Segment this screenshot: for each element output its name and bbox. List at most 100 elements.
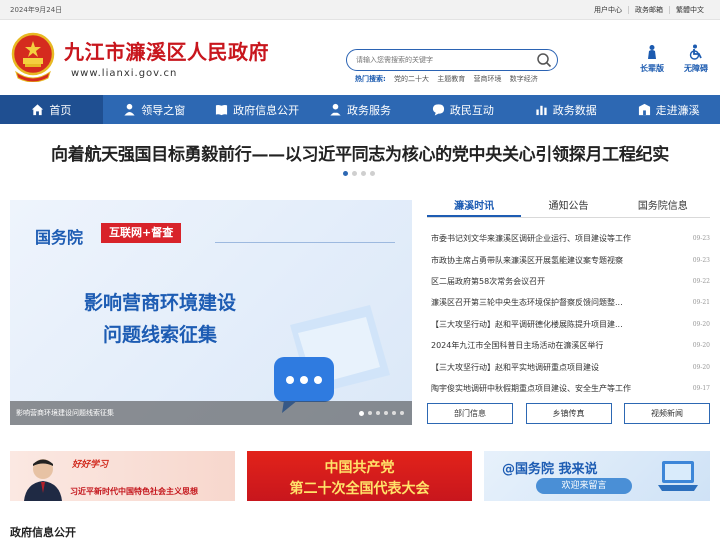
banner-tag: 互联网+督查 — [101, 223, 182, 243]
leader-icon — [124, 103, 135, 116]
news-date: 09-20 — [692, 363, 710, 371]
video-news-button[interactable]: 视频新闻 — [624, 403, 710, 424]
carousel-dot[interactable] — [400, 411, 404, 415]
promo-study-thought[interactable]: 好好学习 习近平新时代中国特色社会主义思想 — [10, 451, 235, 501]
news-item[interactable]: 市委书记刘文华来濂溪区调研企业运行、项目建设等工作 09-23 — [431, 228, 710, 249]
nav-home[interactable]: 首页 — [0, 95, 103, 124]
news-item[interactable]: 区二届政府第58次常务会议召开 09-22 — [431, 271, 710, 292]
search-icon[interactable] — [536, 52, 552, 68]
promo-party-congress[interactable]: 中国共产党 第二十次全国代表大会 — [247, 451, 472, 501]
portrait-image — [24, 459, 62, 501]
nav-gov-info[interactable]: 政府信息公开 — [206, 95, 309, 124]
site-title[interactable]: 九江市濂溪区人民政府 — [64, 36, 269, 65]
nav-leaders[interactable]: 领导之窗 — [103, 95, 206, 124]
hot-keyword[interactable]: 数字经济 — [510, 75, 538, 83]
feature-banner[interactable]: 国务院 互联网+督查 影响营商环境建设 问题线索征集 影响营商环境建设问题线索征… — [10, 200, 412, 425]
elder-mode-button[interactable]: 长辈版 — [632, 44, 672, 74]
hot-keyword[interactable]: 主题教育 — [437, 75, 465, 83]
news-title[interactable]: 陶宇俊实地调研中秋假期重点项目建设、安全生产等工作 — [431, 383, 631, 394]
news-date: 09-23 — [692, 235, 710, 243]
banner-line-1: 影响营商环境建设 — [83, 292, 236, 314]
news-title[interactable]: 【三大攻坚行动】赵和平调研德化楼展陈提升项目建... — [431, 319, 623, 330]
gov-mail-link[interactable]: 政务邮箱 — [628, 6, 669, 14]
promo-heading: 中国共产党 — [324, 460, 395, 476]
dept-info-button[interactable]: 部门信息 — [427, 403, 513, 424]
carousel-dot[interactable] — [343, 171, 348, 176]
hot-search-label: 热门搜索: — [355, 75, 386, 83]
user-center-link[interactable]: 用户中心 — [588, 6, 628, 14]
banner-caption[interactable]: 影响营商环境建设问题线索征集 — [16, 401, 114, 425]
elder-person-icon — [648, 45, 656, 59]
news-tabs: 濂溪时讯 通知公告 国务院信息 — [427, 196, 710, 218]
news-item[interactable]: 濂溪区召开第三轮中央生态环境保护督察反馈问题整... 09-21 — [431, 292, 710, 313]
carousel-dot[interactable] — [368, 411, 372, 415]
headline[interactable]: 向着航天强国目标勇毅前行——以习近平同志为核心的党中央关心引领探月工程纪实 — [0, 140, 720, 165]
laptop-icon — [658, 461, 698, 491]
current-date: 2024年9月24日 — [10, 6, 63, 14]
town-news-button[interactable]: 乡镇传真 — [525, 403, 612, 424]
news-date: 09-17 — [692, 384, 710, 392]
carousel-dot[interactable] — [352, 171, 357, 176]
accessibility-button[interactable]: 无障碍 — [676, 44, 716, 74]
news-title[interactable]: 市政协主席占勇带队来濂溪区开展氢能建议案专题视察 — [431, 255, 623, 266]
hot-keyword[interactable]: 营商环境 — [474, 75, 502, 83]
accessibility-label: 无障碍 — [684, 64, 708, 73]
news-title[interactable]: 2024年九江市全国科普日主场活动在濂溪区举行 — [431, 340, 603, 351]
wheelchair-icon — [689, 44, 702, 60]
news-item[interactable]: 市政协主席占勇带队来濂溪区开展氢能建议案专题视察 09-23 — [431, 249, 710, 270]
traditional-chinese-link[interactable]: 繁體中文 — [669, 6, 710, 14]
news-list: 市委书记刘文华来濂溪区调研企业运行、项目建设等工作 09-23 市政协主席占勇带队… — [431, 228, 710, 399]
book-icon — [216, 104, 228, 116]
news-date: 09-20 — [692, 342, 710, 350]
promo-subheading: 习近平新时代中国特色社会主义思想 — [70, 487, 198, 496]
promo-subheading: 欢迎来留言 — [536, 478, 632, 494]
news-title[interactable]: 【三大攻坚行动】赵和平实地调研重点项目建设 — [431, 362, 599, 373]
hot-keyword[interactable]: 党的二十大 — [394, 75, 429, 83]
elder-mode-label: 长辈版 — [640, 64, 664, 73]
promo-subheading: 第二十次全国代表大会 — [289, 481, 430, 497]
service-icon — [330, 103, 341, 116]
home-icon — [32, 104, 44, 116]
site-url: www.lianxi.gov.cn — [71, 68, 178, 79]
banner-divider — [215, 242, 395, 243]
carousel-dot[interactable] — [384, 411, 388, 415]
headline-carousel-dots — [343, 171, 379, 176]
bar-chart-icon — [536, 105, 547, 116]
nav-label: 领导之窗 — [141, 103, 186, 117]
news-item[interactable]: 【三大攻坚行动】赵和平实地调研重点项目建设 09-20 — [431, 356, 710, 377]
search-input[interactable] — [356, 53, 536, 67]
carousel-dot[interactable] — [392, 411, 396, 415]
site-header: 九江市濂溪区人民政府 www.lianxi.gov.cn 热门搜索: 党的二十大… — [0, 20, 720, 95]
nav-data[interactable]: 政务数据 — [514, 95, 617, 124]
news-item[interactable]: 2024年九江市全国科普日主场活动在濂溪区举行 09-20 — [431, 335, 710, 356]
news-item[interactable]: 陶宇俊实地调研中秋假期重点项目建设、安全生产等工作 09-17 — [431, 378, 710, 399]
news-title[interactable]: 市委书记刘文华来濂溪区调研企业运行、项目建设等工作 — [431, 233, 631, 244]
banner-carousel-dots — [355, 410, 404, 416]
nav-label: 首页 — [49, 103, 72, 117]
banner-line-2: 问题线索征集 — [102, 324, 217, 346]
promo-state-council-feedback[interactable]: @国务院 我来说 欢迎来留言 — [484, 451, 710, 501]
tab-state-council[interactable]: 国务院信息 — [616, 196, 710, 217]
building-icon — [638, 103, 650, 116]
nav-label: 政务服务 — [347, 103, 391, 117]
tab-lianxi-news[interactable]: 濂溪时讯 — [427, 196, 522, 217]
carousel-dot[interactable] — [376, 411, 380, 415]
nav-services[interactable]: 政务服务 — [309, 95, 412, 124]
promo-heading: 好好学习 — [72, 460, 109, 470]
carousel-dot[interactable] — [370, 171, 375, 176]
news-item[interactable]: 【三大攻坚行动】赵和平调研德化楼展陈提升项目建... 09-20 — [431, 314, 710, 335]
carousel-dot[interactable] — [361, 171, 366, 176]
carousel-dot[interactable] — [359, 410, 364, 416]
hot-search: 热门搜索: 党的二十大 主题教育 营商环境 数字经济 — [355, 74, 538, 84]
news-date: 09-21 — [692, 299, 710, 307]
nav-about[interactable]: 走进濂溪 — [617, 95, 720, 124]
news-date: 09-23 — [692, 256, 710, 264]
tab-notices[interactable]: 通知公告 — [521, 196, 615, 217]
nav-label: 政府信息公开 — [233, 103, 300, 117]
news-title[interactable]: 区二届政府第58次常务会议召开 — [431, 276, 545, 287]
national-emblem-icon[interactable] — [10, 32, 56, 82]
nav-interaction[interactable]: 政民互动 — [411, 95, 514, 124]
news-date: 09-20 — [692, 320, 710, 328]
search-box — [346, 49, 558, 71]
news-title[interactable]: 濂溪区召开第三轮中央生态环境保护督察反馈问题整... — [431, 297, 623, 308]
